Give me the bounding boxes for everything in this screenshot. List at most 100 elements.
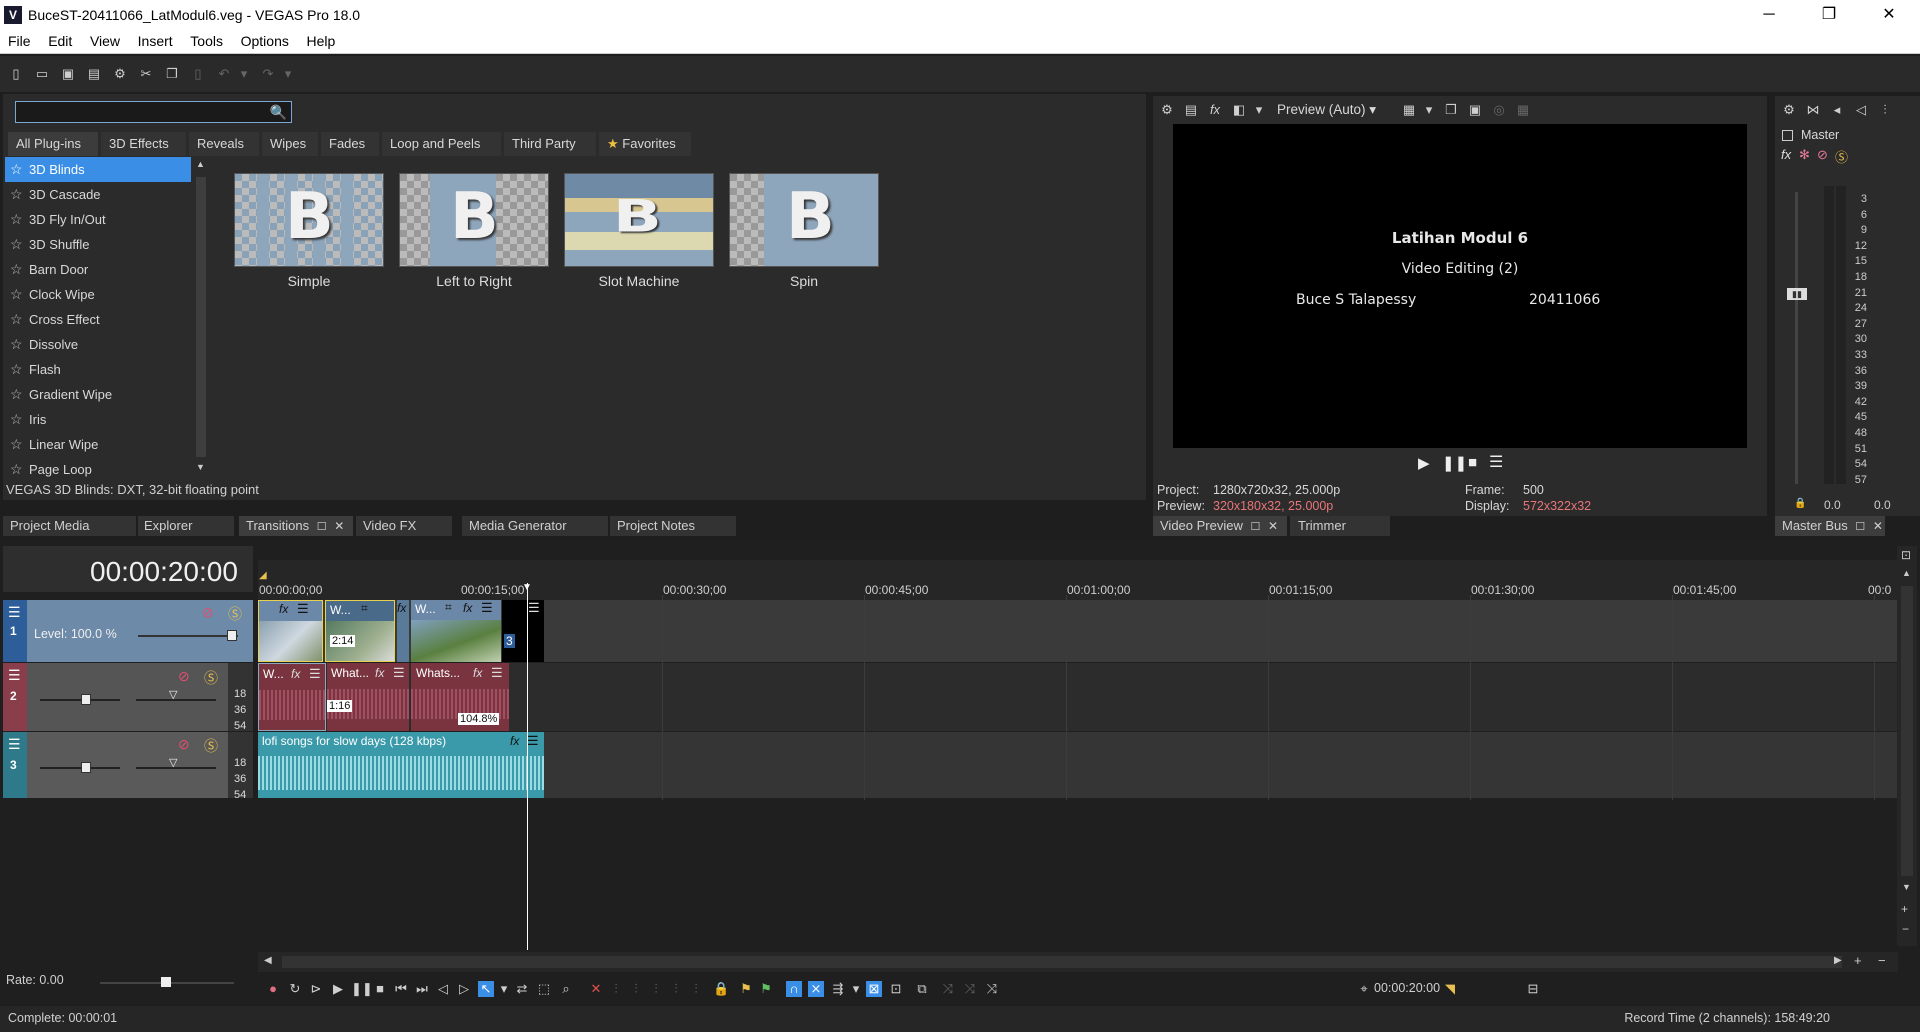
- automation-icon[interactable]: ✻: [1799, 147, 1810, 163]
- list-item[interactable]: ☆ Flash: [5, 357, 191, 382]
- marker-icon[interactable]: ⚑: [738, 981, 754, 997]
- split-trim-icon[interactable]: ⫶: [688, 981, 704, 997]
- clip-menu-icon[interactable]: ☰: [393, 665, 405, 681]
- zoom-in-icon[interactable]: +: [1854, 953, 1862, 968]
- track-1-mute-icon[interactable]: ⊘: [202, 604, 214, 621]
- video-clip-crossfade[interactable]: fx: [397, 600, 409, 662]
- tab-video-preview[interactable]: Video Preview ☐ ✕: [1153, 516, 1287, 536]
- pause-icon[interactable]: ❚❚: [1442, 454, 1467, 472]
- save-icon[interactable]: ▣: [60, 66, 76, 82]
- play-icon[interactable]: ▶: [330, 981, 346, 997]
- pin-icon[interactable]: ⊡: [1901, 548, 1911, 562]
- tab-wipes[interactable]: Wipes: [262, 132, 318, 156]
- track-2-pan-thumb[interactable]: ▽: [169, 688, 177, 701]
- preset-spin[interactable]: B Spin: [729, 173, 879, 289]
- pause-icon[interactable]: ❚❚: [351, 981, 373, 997]
- edit-tool-dropdown-icon[interactable]: ▾: [496, 981, 512, 997]
- list-item[interactable]: ☆ 3D Cascade: [5, 182, 191, 207]
- next-frame-icon[interactable]: ▷: [456, 981, 472, 997]
- video-clip[interactable]: 3 ☰: [502, 600, 544, 662]
- clip-fx-icon[interactable]: fx: [473, 666, 482, 680]
- snapping-icon[interactable]: ∩: [786, 981, 802, 997]
- sync-icon[interactable]: ◎: [1491, 102, 1507, 118]
- normalize-icon[interactable]: ⤨: [962, 981, 978, 997]
- clip-fx-icon[interactable]: fx: [397, 601, 406, 615]
- trim-end-icon[interactable]: ⫶: [648, 981, 664, 997]
- undock-icon[interactable]: ☐: [1251, 521, 1261, 533]
- zoom-in-icon[interactable]: +: [1901, 902, 1908, 916]
- scroll-left-icon[interactable]: ◀: [264, 955, 272, 966]
- tab-video-fx[interactable]: Video FX: [356, 516, 452, 536]
- external-monitor-icon[interactable]: ▤: [1183, 102, 1199, 118]
- zoom-tool-icon[interactable]: ⌕: [558, 981, 574, 997]
- tab-loop-and-peels[interactable]: Loop and Peels: [382, 132, 501, 156]
- star-icon[interactable]: ☆: [10, 382, 23, 407]
- menu-options[interactable]: Options: [235, 30, 295, 52]
- paste-icon[interactable]: ▯: [190, 66, 206, 82]
- rate-slider-thumb[interactable]: [161, 977, 171, 987]
- master-fader-handle[interactable]: ▮▮: [1787, 288, 1807, 300]
- delete-icon[interactable]: ✕: [588, 981, 604, 997]
- playhead-cursor[interactable]: [527, 583, 528, 950]
- list-item[interactable]: ☆ Clock Wipe: [5, 282, 191, 307]
- start-marker-icon[interactable]: ◢: [259, 570, 267, 581]
- close-tab-icon[interactable]: ✕: [1268, 519, 1278, 533]
- region-icon[interactable]: ⚑: [758, 981, 774, 997]
- star-icon[interactable]: ☆: [10, 407, 23, 432]
- undock-icon[interactable]: ☐: [1855, 521, 1865, 533]
- properties-gear-icon[interactable]: ⚙: [112, 66, 128, 82]
- lock-icon[interactable]: 🔒: [713, 981, 729, 997]
- master-fader-track[interactable]: [1795, 192, 1798, 484]
- timeline-vertical-scrollbar[interactable]: ⊡ ▲ ▼ + −: [1897, 546, 1917, 946]
- mute-icon[interactable]: ⊘: [1817, 147, 1828, 163]
- star-icon[interactable]: ☆: [10, 432, 23, 457]
- star-icon[interactable]: ☆: [10, 357, 23, 382]
- dropdown-icon[interactable]: ▾: [1421, 102, 1437, 118]
- tab-favorites[interactable]: ★ Favorites: [599, 132, 691, 156]
- dropdown-icon[interactable]: ▾: [1251, 102, 1267, 118]
- play-from-start-icon[interactable]: ⊳: [308, 981, 324, 997]
- scrollbar-thumb[interactable]: [1901, 586, 1913, 876]
- list-item[interactable]: ☆ 3D Fly In/Out: [5, 207, 191, 232]
- video-clip[interactable]: W... ⌗ 2:14: [325, 600, 395, 662]
- save-as-icon[interactable]: ▤: [86, 66, 102, 82]
- tab-explorer[interactable]: Explorer: [138, 516, 234, 536]
- close-button[interactable]: ✕: [1866, 3, 1912, 27]
- track-1-level-slider-thumb[interactable]: [227, 630, 237, 641]
- list-item[interactable]: ☆ 3D Blinds: [5, 157, 191, 182]
- clip-menu-icon[interactable]: ☰: [309, 666, 321, 682]
- copy-snapshot-icon[interactable]: ❐: [1443, 102, 1459, 118]
- fx-icon[interactable]: fx: [1207, 102, 1223, 118]
- tab-trimmer[interactable]: Trimmer: [1290, 516, 1390, 536]
- tab-all-plugins[interactable]: All Plug-ins: [8, 132, 98, 156]
- scrollbar-thumb[interactable]: [196, 177, 206, 457]
- ignore-grouping-icon[interactable]: ⊡: [888, 981, 904, 997]
- mixer-faders-icon[interactable]: ⫶: [1877, 102, 1893, 118]
- clip-crop-icon[interactable]: ⌗: [361, 601, 368, 616]
- scroll-down-icon[interactable]: ▼: [1902, 882, 1911, 892]
- star-icon[interactable]: ☆: [10, 457, 23, 477]
- preset-slot-machine[interactable]: B Slot Machine: [564, 173, 714, 289]
- copy-icon[interactable]: ❐: [164, 66, 180, 82]
- list-item[interactable]: ☆ 3D Shuffle: [5, 232, 191, 257]
- list-item[interactable]: ☆ Dissolve: [5, 332, 191, 357]
- list-item[interactable]: ☆ Gradient Wipe: [5, 382, 191, 407]
- scroll-up-icon[interactable]: ▲: [196, 159, 205, 169]
- clip-fx-icon[interactable]: fx: [463, 601, 472, 615]
- clip-crop-icon[interactable]: ⌗: [445, 600, 452, 615]
- save-snapshot-icon[interactable]: ▣: [1467, 102, 1483, 118]
- minimize-button[interactable]: ─: [1746, 3, 1792, 27]
- shuffle-icon[interactable]: ⤨: [940, 981, 956, 997]
- loop-region-icon[interactable]: ◥: [1442, 981, 1458, 997]
- track-3-solo-icon[interactable]: Ⓢ: [204, 736, 218, 756]
- cut-icon[interactable]: ✂: [138, 66, 154, 82]
- close-tab-icon[interactable]: ✕: [334, 519, 344, 533]
- event-pan-crop-icon[interactable]: ⧉: [914, 981, 930, 997]
- redo-dropdown-icon[interactable]: ▾: [280, 66, 296, 82]
- track-3-volume-slider[interactable]: [40, 767, 120, 769]
- menu-insert[interactable]: Insert: [132, 30, 179, 52]
- star-icon[interactable]: ☆: [10, 332, 23, 357]
- go-to-end-icon[interactable]: ⏭: [414, 981, 430, 997]
- track-1-solo-icon[interactable]: Ⓢ: [228, 604, 242, 624]
- tab-third-party[interactable]: Third Party: [504, 132, 596, 156]
